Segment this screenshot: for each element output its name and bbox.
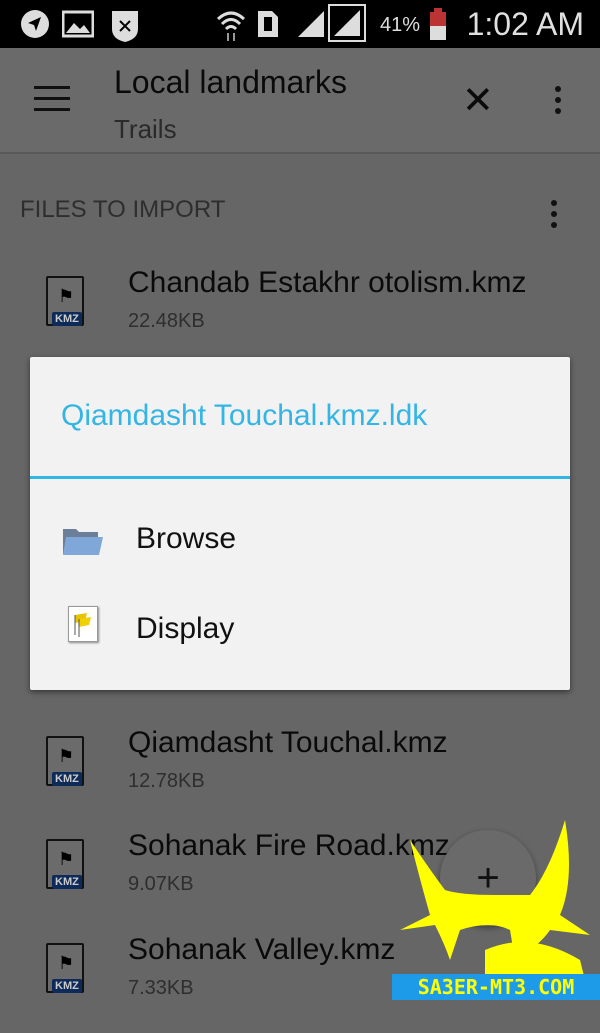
page-title: Local landmarks [114, 64, 347, 100]
file-name: Qiamdasht Touchal.kmz [128, 726, 448, 759]
battery-icon [430, 8, 446, 40]
image-icon [62, 10, 94, 38]
shield-x-icon [112, 11, 138, 42]
dialog-divider [30, 476, 570, 479]
signal-icon [298, 11, 324, 37]
hamburger-icon[interactable] [34, 86, 70, 119]
clock: 1:02 AM [466, 6, 584, 42]
section-header: FILES TO IMPORT [20, 196, 226, 223]
browse-option[interactable]: Browse [30, 496, 570, 586]
map-flags-icon [68, 606, 98, 642]
folder-icon [63, 529, 103, 555]
page-subtitle: Trails [114, 114, 177, 144]
kmz-file-icon: ⚑ KMZ [46, 276, 84, 326]
file-action-dialog: Qiamdasht Touchal.kmz.ldk Browse Display [30, 357, 570, 690]
file-name: Chandab Estakhr otolism.kmz [128, 266, 527, 299]
section-more-icon[interactable] [551, 200, 557, 233]
signal-icon [328, 4, 366, 42]
status-bar: 41% 1:02 AM [0, 0, 600, 48]
navigation-icon [21, 10, 49, 38]
more-vert-icon[interactable] [555, 86, 561, 119]
kmz-file-icon: ⚑ KMZ [46, 736, 84, 786]
file-name: Sohanak Valley.kmz [128, 933, 396, 966]
file-size: 22.48KB [128, 310, 205, 332]
battery-percent: 41% [380, 14, 421, 36]
sim-icon [258, 11, 278, 37]
kmz-file-icon: ⚑ KMZ [46, 943, 84, 993]
file-size: 12.78KB [128, 770, 205, 792]
kmz-file-icon: ⚑ KMZ [46, 839, 84, 889]
add-fab-button[interactable]: + [440, 830, 536, 926]
file-name: Sohanak Fire Road.kmz [128, 829, 450, 862]
display-option[interactable]: Display [30, 586, 570, 676]
toolbar: Local landmarks Trails ✕ [0, 48, 600, 154]
file-size: 7.33KB [128, 977, 194, 999]
list-item[interactable]: ⚑ KMZ Qiamdasht Touchal.kmz 12.78KB [0, 726, 600, 826]
watermark-text: SA3ER-MT3.COM [392, 974, 600, 1000]
wifi-icon [216, 11, 246, 41]
file-size: 9.07KB [128, 873, 194, 895]
dialog-title: Qiamdasht Touchal.kmz.ldk [61, 399, 428, 432]
close-icon[interactable]: ✕ [462, 78, 494, 123]
list-item[interactable]: ⚑ KMZ Chandab Estakhr otolism.kmz 22.48KB [0, 266, 600, 366]
